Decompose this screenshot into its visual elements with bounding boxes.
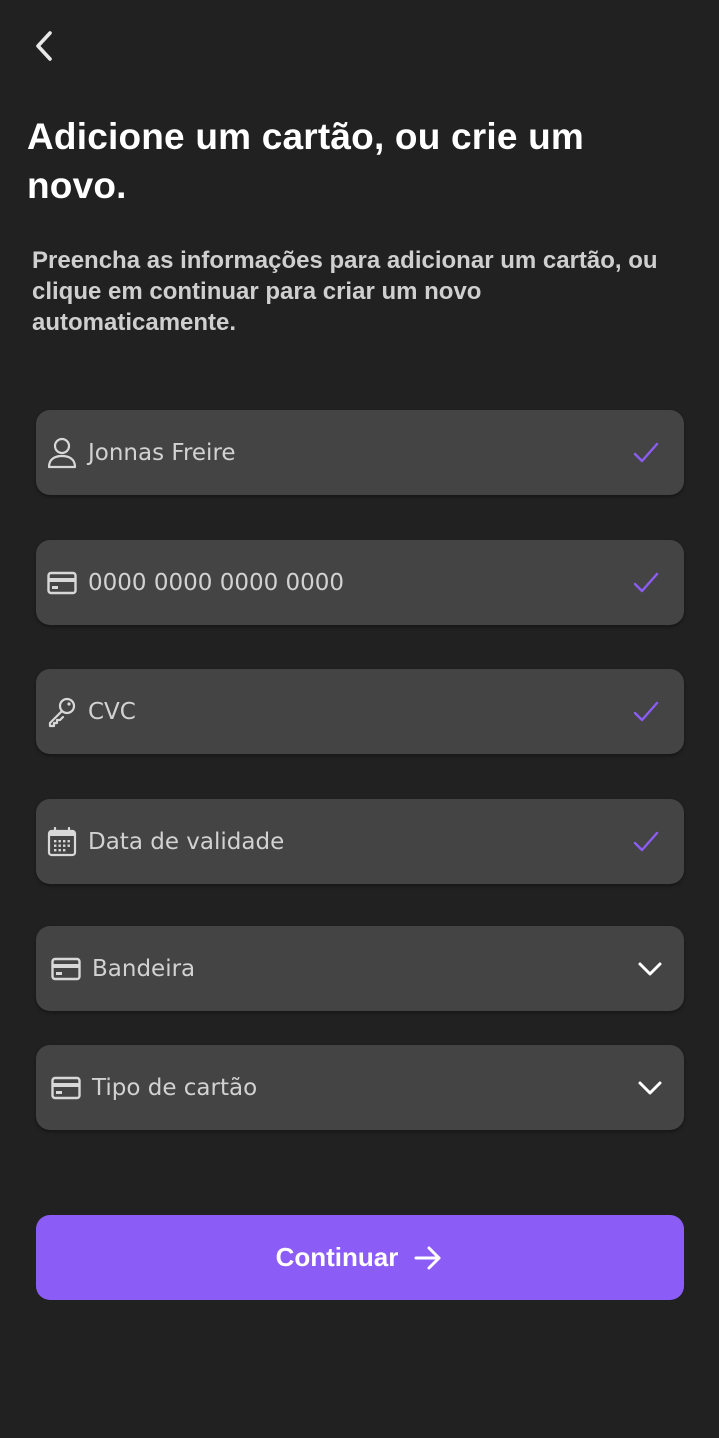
check-icon (630, 567, 662, 599)
check-icon (630, 826, 662, 858)
credit-card-icon (50, 953, 82, 985)
cardholder-name-value: Jonnas Freire (88, 439, 236, 466)
chevron-down-icon (634, 953, 666, 985)
page-subtitle: Preencha as informações para adicionar u… (32, 247, 658, 336)
card-brand-value: Bandeira (92, 955, 196, 982)
chevron-down-icon (634, 1072, 666, 1104)
key-icon (46, 696, 78, 728)
chevron-left-icon (33, 29, 55, 68)
card-brand-select[interactable]: Bandeira (36, 926, 684, 1011)
arrow-right-icon (412, 1242, 444, 1274)
card-type-select[interactable]: Tipo de cartão (36, 1045, 684, 1130)
expiry-date-field[interactable]: Data de validade (36, 799, 684, 884)
expiry-date-value: Data de validade (88, 828, 285, 855)
calendar-icon (46, 826, 78, 858)
cvc-value: CVC (88, 698, 136, 725)
card-number-value: 0000 0000 0000 0000 (88, 569, 345, 596)
continue-button-label: Continuar (275, 1242, 399, 1272)
credit-card-icon (46, 567, 78, 599)
card-type-value: Tipo de cartão (92, 1074, 258, 1101)
check-icon (630, 437, 662, 469)
continue-button[interactable]: Continuar (36, 1215, 684, 1300)
credit-card-icon (50, 1072, 82, 1104)
user-icon (46, 437, 78, 469)
cardholder-name-field[interactable]: Jonnas Freire (36, 410, 684, 495)
back-button[interactable] (26, 28, 62, 68)
cvc-field[interactable]: CVC (36, 669, 684, 754)
page-title: Adicione um cartão, ou crie um novo. (27, 116, 585, 206)
check-icon (630, 696, 662, 728)
card-number-field[interactable]: 0000 0000 0000 0000 (36, 540, 684, 625)
